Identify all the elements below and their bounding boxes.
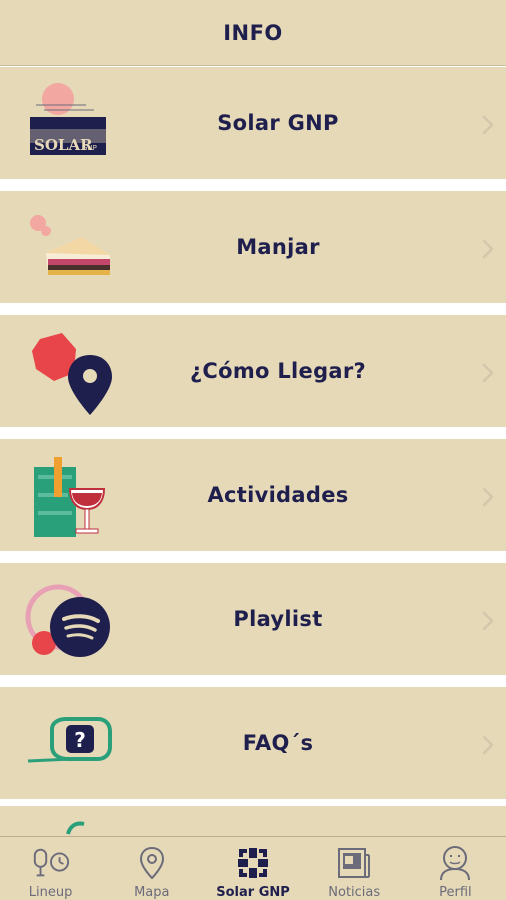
- solar-gnp-poster-icon: SOLAR GNP: [24, 77, 116, 169]
- menu-item-label: ¿Cómo Llegar?: [189, 359, 367, 383]
- wine-glass-icon: [24, 449, 116, 541]
- tab-noticias[interactable]: Noticias: [304, 837, 405, 900]
- green-decoration-icon: [66, 821, 85, 835]
- bottom-tab-bar: Lineup Mapa Solar GNP Noticias Perfil: [0, 836, 506, 900]
- chevron-right-icon: [480, 485, 496, 509]
- spotify-icon: [24, 573, 116, 665]
- menu-item-manjar[interactable]: Manjar: [0, 191, 506, 303]
- microphone-clock-icon: [31, 845, 71, 881]
- menu-item-label: Solar GNP: [217, 111, 339, 135]
- menu-item-label: Manjar: [236, 235, 320, 259]
- tab-perfil[interactable]: Perfil: [405, 837, 506, 900]
- menu-item-label: FAQ´s: [242, 731, 314, 755]
- menu-item-faqs[interactable]: ? FAQ´s: [0, 687, 506, 799]
- tab-label: Mapa: [134, 885, 170, 900]
- menu-item-actividades[interactable]: Actividades: [0, 439, 506, 551]
- app-screen: INFO SOLAR GNP Solar GNP Manjar ¿Cómo Ll…: [0, 0, 506, 900]
- chevron-right-icon: [480, 237, 496, 261]
- menu-item-playlist[interactable]: Playlist: [0, 563, 506, 675]
- tab-mapa[interactable]: Mapa: [101, 837, 202, 900]
- svg-text:?: ?: [74, 728, 86, 752]
- user-face-icon: [435, 845, 475, 881]
- menu-item-label: Playlist: [233, 607, 323, 631]
- question-bubble-icon: ?: [24, 697, 116, 789]
- tab-label: Perfil: [439, 885, 472, 900]
- page-title: INFO: [223, 20, 283, 45]
- menu-item-solar-gnp[interactable]: SOLAR GNP Solar GNP: [0, 67, 506, 179]
- menu-item-label: Actividades: [207, 483, 349, 507]
- newspaper-icon: [334, 845, 374, 881]
- tab-lineup[interactable]: Lineup: [0, 837, 101, 900]
- svg-text:GNP: GNP: [82, 144, 97, 152]
- chevron-right-icon: [480, 113, 496, 137]
- map-pin-icon: [24, 325, 116, 417]
- chevron-right-icon: [480, 609, 496, 633]
- chevron-right-icon: [480, 733, 496, 757]
- tab-label: Lineup: [28, 885, 73, 900]
- sandwich-icon: [24, 201, 116, 293]
- tab-label: Solar GNP: [216, 885, 290, 900]
- menu-item-partial[interactable]: [0, 806, 506, 836]
- tab-label: Noticias: [328, 885, 381, 900]
- map-pin-outline-icon: [132, 845, 172, 881]
- header-bar: INFO: [0, 0, 506, 66]
- chevron-right-icon: [480, 361, 496, 385]
- tab-solar-gnp[interactable]: Solar GNP: [202, 837, 303, 900]
- solar-logo-icon: [233, 845, 273, 881]
- menu-item-como-llegar[interactable]: ¿Cómo Llegar?: [0, 315, 506, 427]
